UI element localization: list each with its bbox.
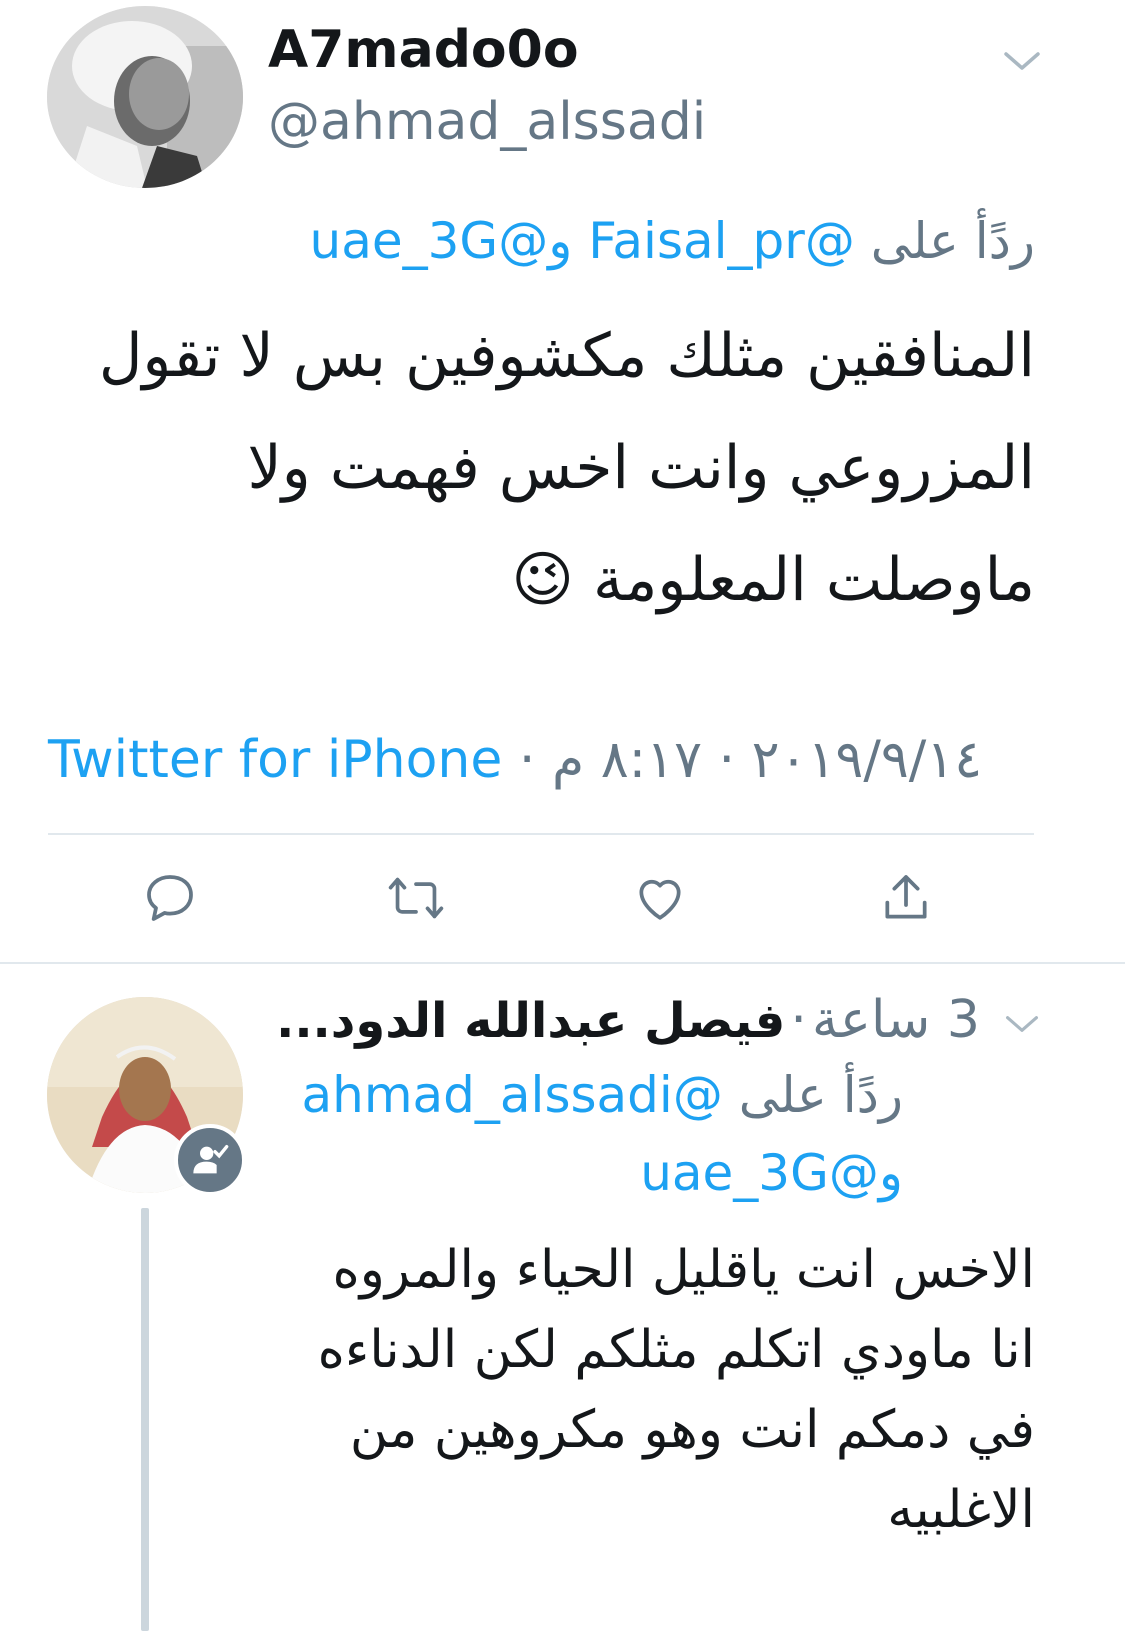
reply-context: ردًأ على @ahmad_alssadi [302, 1066, 904, 1124]
reply-display-name[interactable]: فيصل عبدالله الدود... [276, 993, 785, 1049]
reply-prefix: ردًأ على [870, 212, 1035, 270]
tweet-time[interactable]: ٨:١٧ م [552, 730, 702, 790]
reply-conjunction: و [548, 212, 573, 270]
handle[interactable]: @ahmad_alssadi [268, 92, 706, 152]
reply-prefix: ردًأ على [738, 1066, 903, 1124]
like-button[interactable] [620, 858, 700, 938]
chevron-down-icon[interactable] [1002, 48, 1042, 78]
section-divider [0, 962, 1125, 964]
tweet-text-line: المنافقين مثلك مكشوفين بس لا تقول [98, 321, 1035, 391]
source-link[interactable]: Twitter for iPhone [48, 730, 502, 790]
divider [48, 833, 1034, 835]
tweet-text-line: ماوصلت المعلومة 😉 [75, 524, 1035, 636]
share-icon [885, 875, 927, 919]
reply-bubble-icon [147, 875, 193, 921]
tweet-text-line: في دمكم انت وهو مكروهين من [349, 1400, 1035, 1460]
avatar[interactable] [47, 6, 243, 188]
tweet-text-line: المزروعي وانت اخس فهمت ولا [247, 433, 1035, 503]
tweet-text-line: الاغلبيه [887, 1480, 1035, 1540]
meta-separator: · [518, 730, 536, 790]
follows-you-icon [174, 1124, 246, 1196]
mention-link[interactable]: @uae_3G [310, 212, 549, 270]
tweet-text-line: الاخس انت ياقليل الحياء والمروه [332, 1240, 1035, 1300]
mention-link[interactable]: @uae_3G [640, 1144, 879, 1202]
heart-icon [639, 879, 681, 920]
chevron-down-icon[interactable] [1004, 1012, 1040, 1040]
display-name[interactable]: A7mado0o [268, 20, 579, 80]
reply-tweet-text: الاخس انت ياقليل الحياء والمروه انا ماود… [255, 1230, 1035, 1550]
tweet-text-segment: ماوصلت المعلومة [593, 545, 1035, 615]
tweet-text: المنافقين مثلك مكشوفين بس لا تقول المزرو… [75, 300, 1035, 636]
mention-link[interactable]: @Faisal_pr [588, 212, 855, 270]
tweet-meta: Twitter for iPhone · ٢٠١٩/٩/١٤ · ٨:١٧ م [48, 730, 982, 790]
reply-time-ago[interactable]: 3 ساعة [812, 990, 980, 1050]
tweet-text-line: انا ماودي اتكلم مثلكم لكن الدناءه [317, 1320, 1035, 1380]
reply-button[interactable] [130, 858, 210, 938]
mention-link[interactable]: @ahmad_alssadi [302, 1066, 723, 1124]
reply-conjunction: و [878, 1144, 903, 1202]
share-button[interactable] [866, 858, 946, 938]
tweet-date[interactable]: ٢٠١٩/٩/١٤ [752, 730, 983, 790]
reply-context: ردًأ على @Faisal_pr و@uae_3G [310, 212, 1035, 270]
thread-line [141, 1208, 149, 1631]
meta-separator: · [790, 990, 807, 1050]
reply-context-line-2: و@uae_3G [640, 1144, 903, 1202]
retweet-button[interactable] [376, 858, 456, 938]
retweet-icon [388, 877, 444, 919]
reply-header: 3 ساعة · فيصل عبدالله الدود... [276, 990, 980, 1050]
meta-separator: · [718, 730, 736, 790]
wink-emoji-icon: 😉 [511, 545, 574, 615]
